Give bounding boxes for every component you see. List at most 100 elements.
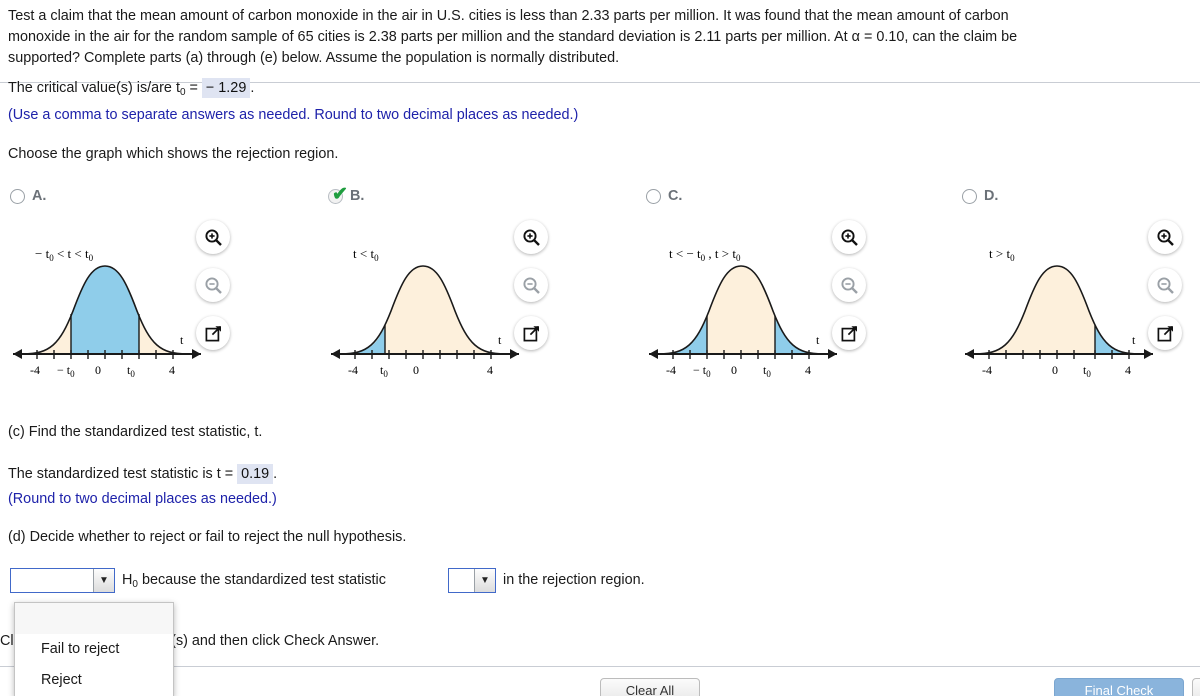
null-hypothesis-subscript: 0 <box>132 579 138 590</box>
critical-value-subscript: 0 <box>179 87 186 98</box>
decision-dropdown-list[interactable]: Fail to reject Reject <box>14 602 174 696</box>
pop-out-icon[interactable] <box>1148 316 1182 350</box>
choice-c-icon-stack <box>832 220 876 364</box>
zoom-in-icon[interactable] <box>832 220 866 254</box>
decision-select-value <box>11 569 93 592</box>
zoom-out-icon[interactable] <box>832 268 866 302</box>
choice-d-header[interactable]: D. <box>962 188 998 204</box>
part-d-prompt: (d) Decide whether to reject or fail to … <box>8 529 407 545</box>
choose-graph-prompt: Choose the graph which shows the rejecti… <box>8 146 339 162</box>
svg-text:0: 0 <box>731 363 737 377</box>
dropdown-option-reject[interactable]: Reject <box>15 665 173 696</box>
choice-d-icon-stack <box>1148 220 1192 364</box>
problem-statement: Test a claim that the mean amount of car… <box>8 6 1200 69</box>
choice-c-caption: t < − t0 , t > t0 <box>669 246 741 263</box>
choice-a-letter: A. <box>32 188 47 204</box>
radio-choice-c[interactable] <box>646 188 661 204</box>
overflow-button[interactable] <box>1192 678 1200 696</box>
choice-c-plot: t < − t0 , t > t0 t -4 − t0 0 t0 4 <box>641 226 846 386</box>
critical-value-prefix: The critical value(s) is/are t <box>8 80 180 96</box>
part-c-prompt: (c) Find the standardized test statistic… <box>8 424 263 440</box>
pop-out-icon[interactable] <box>196 316 230 350</box>
pop-out-icon[interactable] <box>832 316 866 350</box>
radio-choice-b[interactable]: ✔ <box>328 185 348 204</box>
svg-text:− t0: − t0 <box>693 363 711 379</box>
check-mark-icon: ✔ <box>332 183 348 205</box>
zoom-in-icon[interactable] <box>1148 220 1182 254</box>
rejection-region-select-value <box>449 569 474 592</box>
choice-d-plot: t > t0 t -4 0 t0 4 <box>957 226 1162 386</box>
choice-c-header[interactable]: C. <box>646 188 682 204</box>
radio-choice-d[interactable] <box>962 188 977 204</box>
svg-text:t0: t0 <box>380 363 388 379</box>
dropdown-option-blank[interactable] <box>15 603 173 634</box>
final-check-button[interactable]: Final Check <box>1054 678 1184 696</box>
choice-a-axis-label: t <box>180 333 184 347</box>
pop-out-icon[interactable] <box>514 316 548 350</box>
choice-a-caption: − t0 < t < t0 <box>35 246 94 263</box>
critical-value-hint: (Use a comma to separate answers as need… <box>8 107 579 123</box>
zoom-in-icon[interactable] <box>514 220 548 254</box>
footer-divider <box>0 666 1200 667</box>
svg-text:0: 0 <box>1052 363 1058 377</box>
choice-b-caption: t < t0 <box>353 246 379 263</box>
choice-b-letter: B. <box>350 188 365 204</box>
choice-a-plot: − t0 < t < t0 t -4 − t0 0 t0 4 <box>5 226 210 386</box>
critical-value-line: The critical value(s) is/are t0 = − 1.29… <box>8 78 254 103</box>
choice-c[interactable]: C. t < − t0 , t > t0 t -4 − t0 0 t0 4 <box>636 188 936 398</box>
svg-text:4: 4 <box>169 363 175 377</box>
dropdown-option-fail-to-reject[interactable]: Fail to reject <box>15 634 173 665</box>
svg-text:-4: -4 <box>982 363 992 377</box>
choice-b-plot: t < t0 t -4 t0 0 4 <box>323 226 528 386</box>
zoom-in-icon[interactable] <box>196 220 230 254</box>
choice-b-icon-stack <box>514 220 558 364</box>
zoom-out-icon[interactable] <box>514 268 548 302</box>
problem-line-3: supported? Complete parts (a) through (e… <box>8 50 620 66</box>
svg-text:t0: t0 <box>127 363 135 379</box>
clear-all-button[interactable]: Clear All <box>600 678 700 696</box>
choice-c-letter: C. <box>668 188 683 204</box>
choice-a-icon-stack <box>196 220 240 364</box>
choice-d-axis-label: t <box>1132 333 1136 347</box>
svg-text:t0: t0 <box>763 363 771 379</box>
svg-text:-4: -4 <box>30 363 40 377</box>
choice-b-axis-label: t <box>498 333 502 347</box>
part-d-suffix: in the rejection region. <box>503 572 645 588</box>
part-d-middle-label: because the standardized test statistic <box>141 572 386 588</box>
critical-value-field[interactable]: − 1.29 <box>201 78 251 98</box>
choice-b-header[interactable]: ✔ B. <box>328 185 365 204</box>
svg-text:4: 4 <box>805 363 811 377</box>
svg-text:4: 4 <box>487 363 493 377</box>
rejection-region-select[interactable]: ▼ <box>448 568 496 593</box>
svg-text:0: 0 <box>95 363 101 377</box>
choice-d-caption: t > t0 <box>989 246 1015 263</box>
part-c-hint: (Round to two decimal places as needed.) <box>8 491 277 507</box>
test-statistic-field[interactable]: 0.19 <box>237 464 274 484</box>
part-d-middle-text: H0 because the standardized test statist… <box>122 570 386 595</box>
decision-select[interactable]: ▼ <box>10 568 115 593</box>
radio-choice-a[interactable] <box>10 188 25 204</box>
critical-value-equals: = <box>189 80 198 96</box>
part-c-period: . <box>273 466 278 482</box>
choice-d[interactable]: D. t > t0 t -4 0 t0 4 <box>952 188 1200 398</box>
chevron-down-icon[interactable]: ▼ <box>474 569 495 592</box>
choice-a[interactable]: A. − t0 < t < t0 t -4 − t0 0 t0 4 <box>0 188 300 398</box>
svg-text:t0: t0 <box>1083 363 1091 379</box>
svg-text:− t0: − t0 <box>57 363 75 379</box>
part-c-statement-prefix: The standardized test statistic is t = <box>8 466 234 482</box>
svg-text:4: 4 <box>1125 363 1131 377</box>
choice-a-header[interactable]: A. <box>10 188 46 204</box>
choice-b[interactable]: ✔ B. t < t0 t -4 t0 0 4 <box>318 185 618 398</box>
svg-text:-4: -4 <box>348 363 358 377</box>
problem-line-2: monoxide in the air for the random sampl… <box>8 29 1018 45</box>
part-c-answer-line: The standardized test statistic is t = 0… <box>8 464 277 484</box>
chevron-down-icon[interactable]: ▼ <box>93 569 114 592</box>
critical-value-period: . <box>250 80 255 96</box>
choice-c-axis-label: t <box>816 333 820 347</box>
zoom-out-icon[interactable] <box>1148 268 1182 302</box>
svg-text:0: 0 <box>413 363 419 377</box>
zoom-out-icon[interactable] <box>196 268 230 302</box>
null-hypothesis-symbol: H <box>122 572 133 588</box>
problem-line-1: Test a claim that the mean amount of car… <box>8 8 1009 24</box>
choice-d-letter: D. <box>984 188 999 204</box>
